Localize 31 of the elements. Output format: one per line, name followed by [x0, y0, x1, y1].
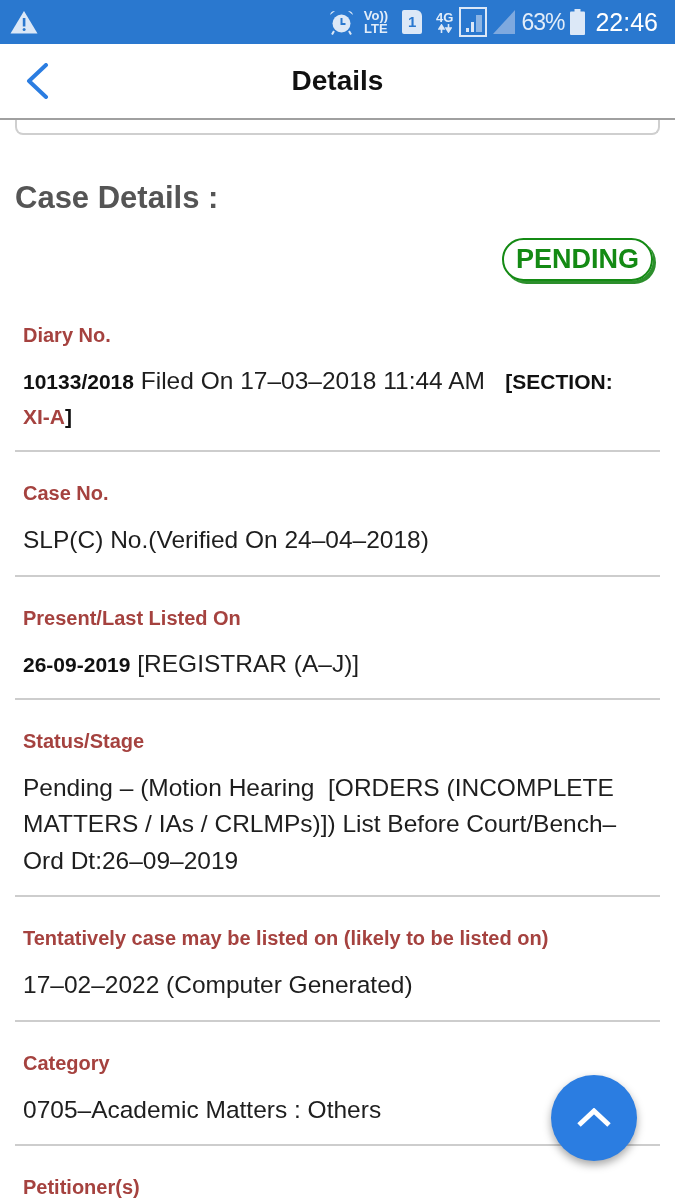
- field-label: Case No.: [23, 482, 109, 504]
- volte-label: Vo)): [363, 9, 389, 22]
- alarm-clock-icon: [328, 9, 354, 35]
- field-value: SLP(C) No.(Verified On 24–04–2018): [23, 525, 429, 555]
- page-title: Details: [291, 64, 384, 98]
- field-label: Petitioner(s): [23, 1176, 140, 1198]
- field-value: Pending – (Motion Hearing [ORDERS (INCOMPLETE MATTERS / IAs / CRLMPs)]) List Before Court/Bench–Ord Dt:26–09–2019: [23, 772, 618, 876]
- data-arrows-icon: [437, 24, 452, 33]
- status-badge: PENDING: [501, 238, 653, 281]
- field-value: 10133/2018 Filed On 17–03–2018 11:44 AM [SECTION: XI-A]: [23, 366, 614, 430]
- sim-slot-indicator: 1: [402, 10, 423, 34]
- back-icon: [25, 63, 49, 99]
- field-label: Diary No.: [23, 324, 111, 346]
- section-heading: Case Details :: [15, 179, 219, 217]
- battery-percent: 63%: [521, 9, 565, 35]
- chevron-up-icon: [576, 1108, 612, 1128]
- field-value: 26-09-2019 [REGISTRAR (A–J)]: [23, 648, 360, 679]
- field-value: 17–02–2022 (Computer Generated): [23, 970, 413, 1000]
- field-label: Status/Stage: [23, 729, 145, 752]
- field-label: Tentatively case may be listed on (likely to be listed on): [23, 927, 549, 949]
- field-value: 0705–Academic Matters : Others: [23, 1094, 382, 1125]
- field-label: Present/Last Listed On: [23, 606, 241, 629]
- signal-strength-icon: [493, 10, 516, 34]
- network-type-label: 4G: [436, 11, 454, 24]
- field-label: Category: [23, 1051, 110, 1074]
- scroll-to-top-button[interactable]: [551, 1075, 637, 1161]
- signal-strength-icon: [459, 7, 488, 37]
- battery-icon: [570, 9, 586, 35]
- clock-time: 22:46: [595, 8, 658, 36]
- volte-label: LTE: [363, 22, 389, 35]
- warning-icon: [10, 10, 38, 34]
